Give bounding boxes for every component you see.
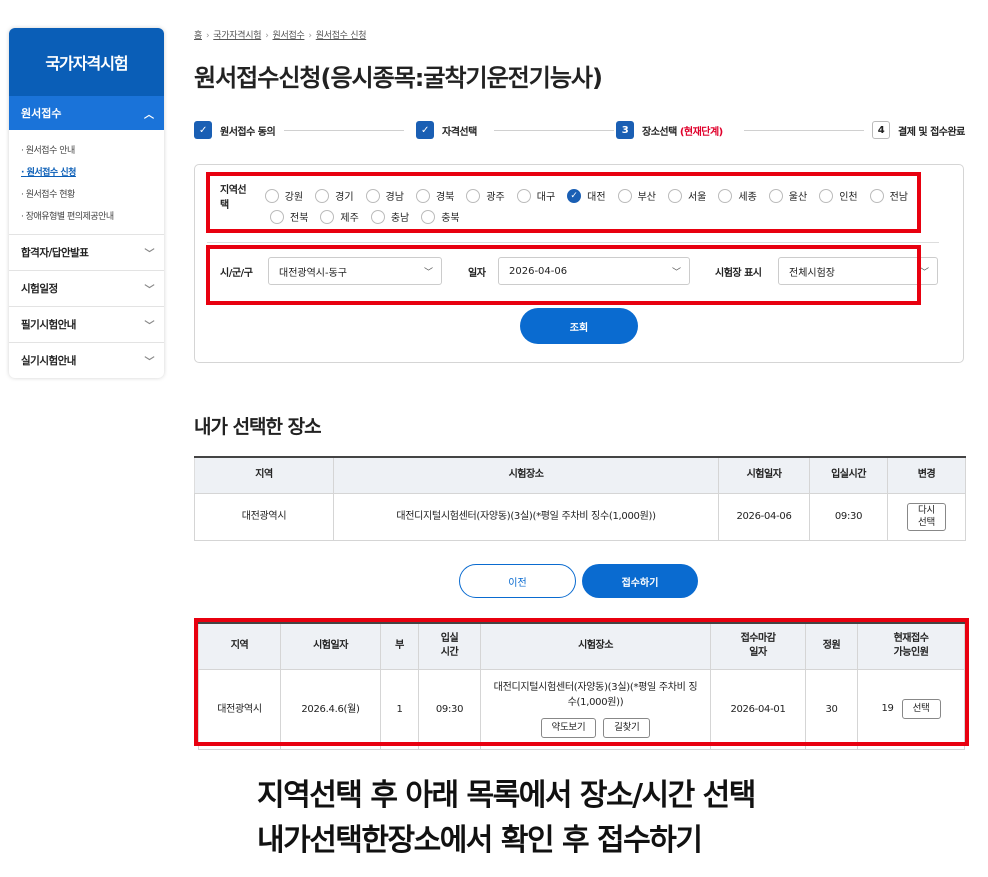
chevron-down-icon: ﹀ <box>144 321 155 332</box>
col-header: 지역 <box>194 456 334 494</box>
reselect-button[interactable]: 다시 선택 <box>907 502 946 531</box>
submenu-item-guide[interactable]: · 원서접수 안내 <box>21 140 164 162</box>
sidebar-title: 국가자격시험 <box>9 28 164 96</box>
submenu-item-status[interactable]: · 원서접수 현황 <box>21 184 164 206</box>
caption-line: 지역선택 후 아래 목록에서 장소/시간 선택 <box>257 778 756 813</box>
caption-panel: 지역선택 후 아래 목록에서 장소/시간 선택 내가선택한장소에서 확인 후 접… <box>0 755 988 877</box>
col-header: 시험장소 <box>333 456 719 494</box>
sidebar-submenu: · 원서접수 안내 · 원서접수 신청 · 원서접수 현황 · 장애유형별 편의… <box>9 130 164 234</box>
step-indicator: ✓ 원서접수 동의 ✓ 자격선택 3 장소선택 (현재단계) 4 결제 및 접수완료 <box>194 121 971 139</box>
sidebar-item-results[interactable]: 합격자/답안발표 ﹀ <box>9 234 164 270</box>
chevron-down-icon: ﹀ <box>144 357 155 368</box>
chevron-up-icon: ︿ <box>144 109 154 121</box>
step-agree: ✓ 원서접수 동의 <box>194 121 282 139</box>
breadcrumb-home[interactable]: 홈 <box>194 31 202 41</box>
breadcrumb-item[interactable]: 원서접수 <box>273 31 305 41</box>
step-place: 3 장소선택 (현재단계) <box>616 121 729 139</box>
step-payment: 4 결제 및 접수완료 <box>866 121 971 139</box>
submenu-item-apply[interactable]: · 원서접수 신청 <box>21 162 164 184</box>
table-row: 대전광역시 대전디지털시험센터(자양동)(3실)(*평일 주차비 징수(1,00… <box>194 492 966 541</box>
check-icon: ✓ <box>194 121 212 139</box>
highlight-selects <box>206 245 921 305</box>
breadcrumb: 홈 › 국가자격시험 › 원서접수 › 원서접수 신청 <box>194 31 367 41</box>
breadcrumb-item[interactable]: 국가자격시험 <box>213 31 261 41</box>
highlight-schedule <box>194 618 969 746</box>
sidebar-item-schedule[interactable]: 시험일정 ﹀ <box>9 270 164 306</box>
submit-button[interactable]: 접수하기 <box>582 564 698 598</box>
breadcrumb-item[interactable]: 원서접수 신청 <box>316 31 367 41</box>
search-button[interactable]: 조회 <box>520 308 638 344</box>
sidebar-item-written[interactable]: 필기시험안내 ﹀ <box>9 306 164 342</box>
page-root: 국가자격시험 원서접수 ︿ · 원서접수 안내 · 원서접수 신청 · 원서접수… <box>0 0 988 877</box>
sidebar-item-application[interactable]: 원서접수 ︿ <box>9 96 164 130</box>
chevron-down-icon: ﹀ <box>919 267 929 278</box>
selection-table: 지역 시험장소 시험일자 입실시간 변경 대전광역시 대전디지털시험센터(자양동… <box>194 456 966 541</box>
section-heading: 내가 선택한 장소 <box>194 416 322 438</box>
chevron-down-icon: ﹀ <box>144 285 155 296</box>
chevron-down-icon: ﹀ <box>144 249 155 260</box>
col-header: 입실시간 <box>809 456 888 494</box>
sidebar-item-label: 원서접수 <box>21 107 62 120</box>
col-header: 시험일자 <box>718 456 810 494</box>
col-header: 변경 <box>887 456 966 494</box>
step-qualification: ✓ 자격선택 <box>416 121 483 139</box>
check-icon: ✓ <box>416 121 434 139</box>
sidebar-item-practical[interactable]: 실기시험안내 ﹀ <box>9 342 164 378</box>
highlight-region <box>206 172 921 233</box>
submenu-item-accessibility[interactable]: · 장애유형별 편의제공안내 <box>21 206 164 228</box>
prev-button[interactable]: 이전 <box>459 564 576 598</box>
caption-line: 내가선택한장소에서 확인 후 접수하기 <box>257 823 703 858</box>
page-title: 원서접수신청(응시종목:굴착기운전기능사) <box>194 64 603 92</box>
sidebar: 국가자격시험 원서접수 ︿ · 원서접수 안내 · 원서접수 신청 · 원서접수… <box>9 28 164 378</box>
